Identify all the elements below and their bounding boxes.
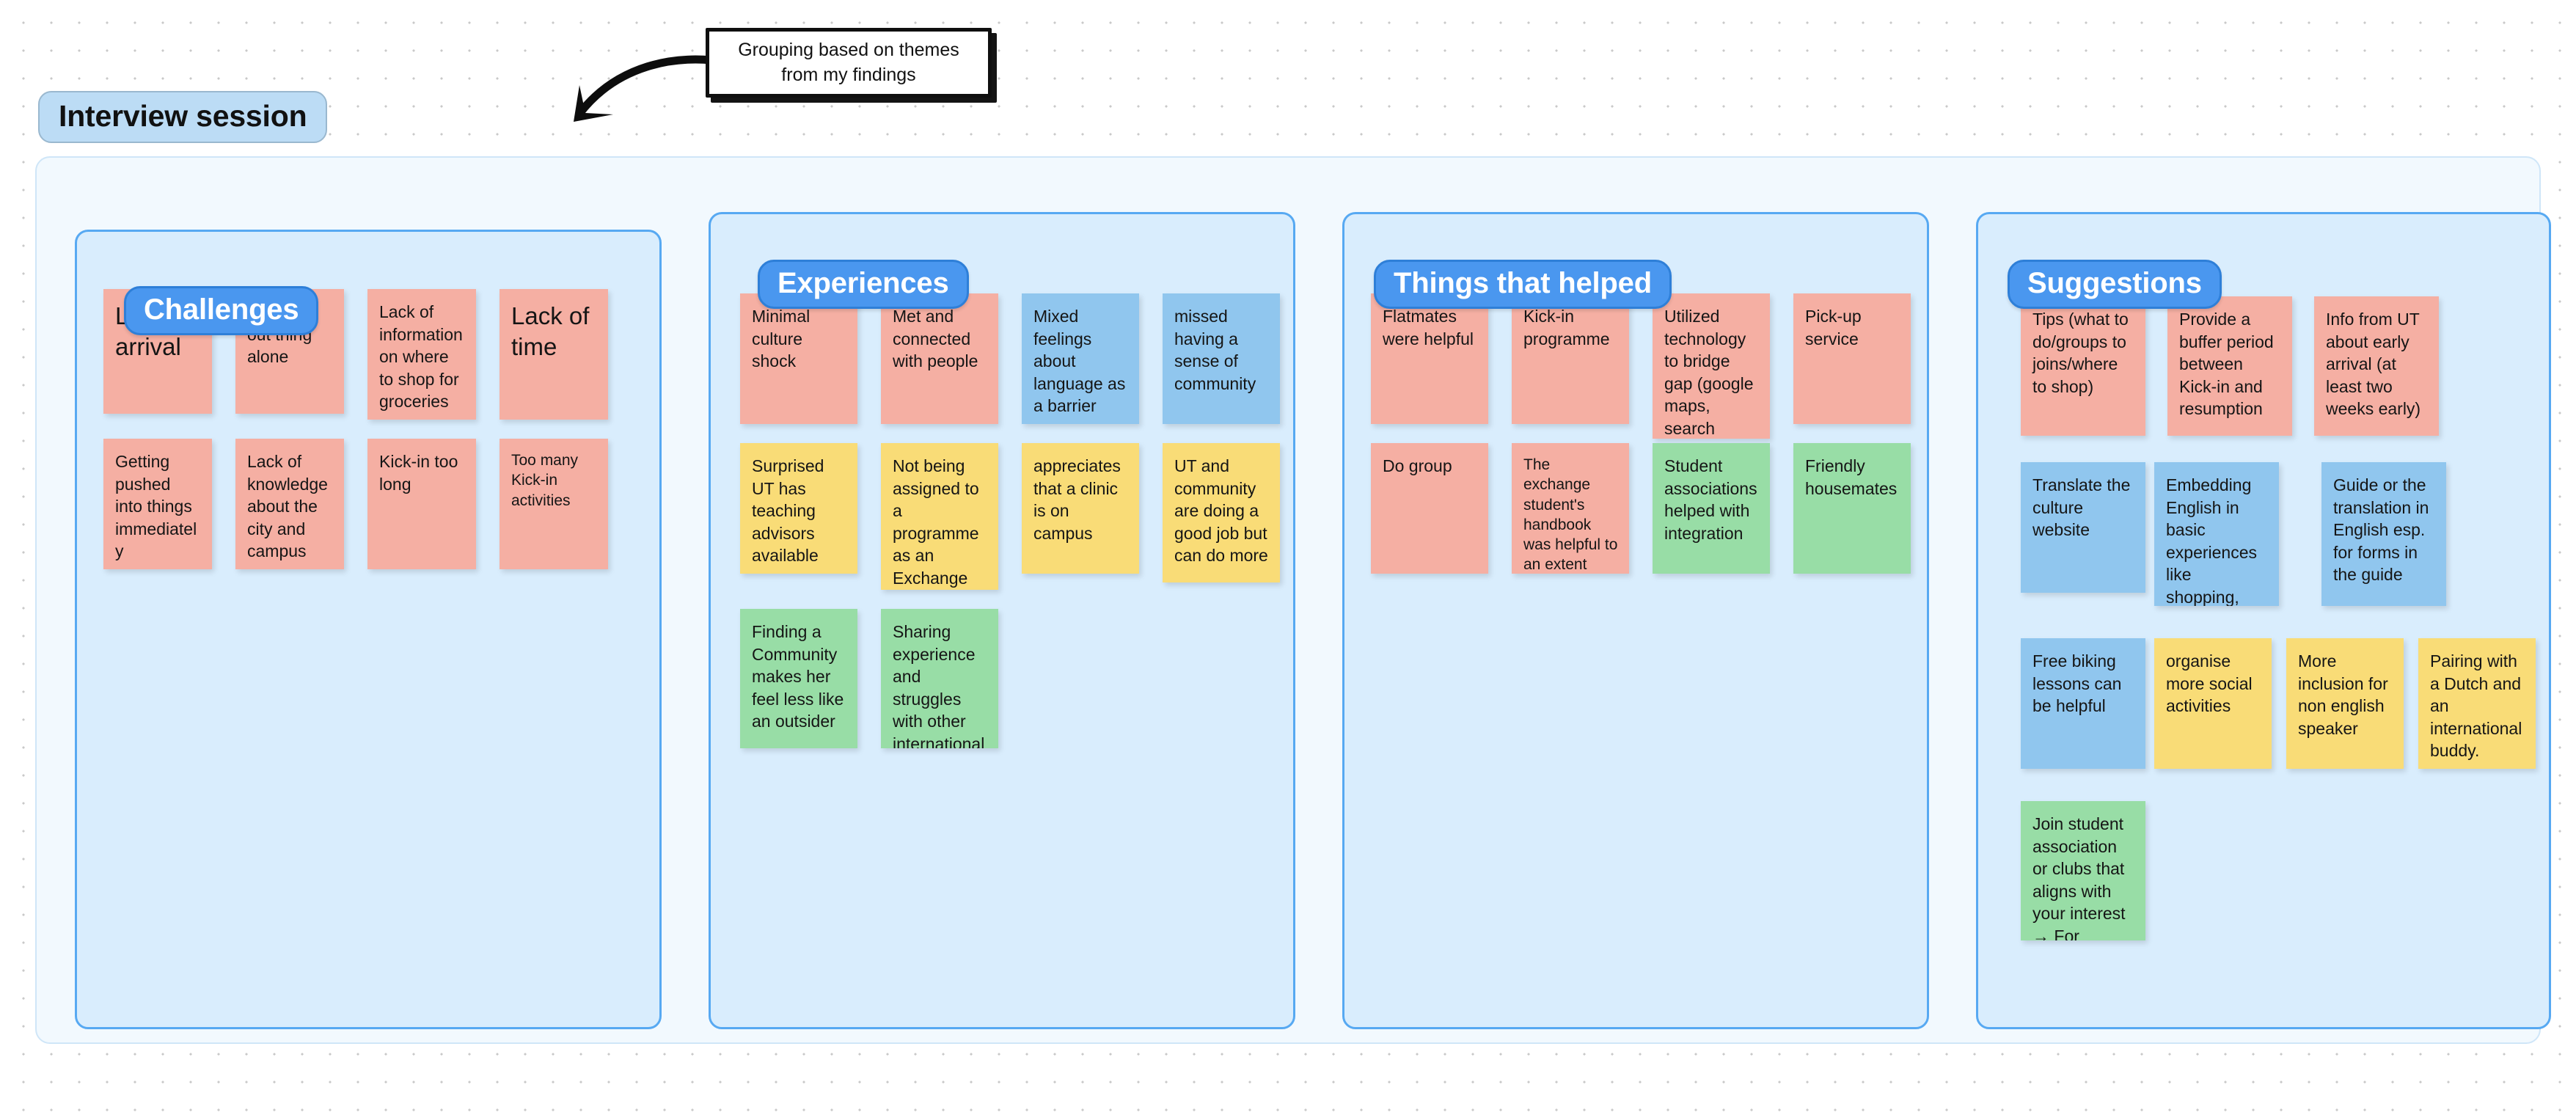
sticky-note[interactable]: Getting pushed into things immediately <box>103 439 212 569</box>
sticky-note-text: Provide a buffer period between Kick-in … <box>2179 310 2274 419</box>
sticky-note[interactable]: Met and connected with people <box>881 293 998 424</box>
sticky-note[interactable]: Finding a Community makes her feel less … <box>740 609 857 748</box>
sticky-note-text: Pick-up service <box>1805 307 1862 348</box>
sticky-note[interactable]: Provide a buffer period between Kick-in … <box>2167 296 2292 436</box>
annotation-callout: Grouping based on themes from my finding… <box>706 28 992 98</box>
session-title-text: Interview session <box>59 99 307 133</box>
sticky-note[interactable]: Lack of information on where to shop for… <box>367 289 476 420</box>
sticky-note[interactable]: Pick-up service <box>1793 293 1911 424</box>
sticky-note[interactable]: Lack of knowledge about the city and cam… <box>235 439 344 569</box>
sticky-note[interactable]: Lack of time <box>500 289 608 420</box>
sticky-note-text: Mixed feelings about language as a barri… <box>1033 307 1126 416</box>
sticky-note-text: Student associations helped with integra… <box>1664 456 1757 543</box>
sticky-note[interactable]: Surprised UT has teaching advisors avail… <box>740 443 857 574</box>
panel-title-label: Suggestions <box>2027 267 2202 299</box>
panel-challenges: ChallengesLate arrivalFiguring out thing… <box>75 230 662 1029</box>
sticky-note[interactable]: Not being assigned to a programme as an … <box>881 443 998 590</box>
sticky-note-text: Tips (what to do/groups to joins/where t… <box>2032 310 2129 396</box>
sticky-note[interactable]: Sharing experience and struggles with ot… <box>881 609 998 748</box>
sticky-note-text: Pairing with a Dutch and an internationa… <box>2430 651 2522 761</box>
panel-suggestions: Suggestions Tips (what to do/groups to jo… <box>1976 212 2551 1029</box>
sticky-note-text: More inclusion for non english speaker <box>2298 651 2388 738</box>
sticky-note-text: Flatmates were helpful <box>1383 307 1474 348</box>
panel-title-label: Challenges <box>144 293 299 326</box>
sticky-note[interactable]: appreciates that a clinic is on campus <box>1022 443 1139 574</box>
sticky-note[interactable]: organise more social activities <box>2154 638 2272 769</box>
panel-title-chip-experiences[interactable]: Experiences <box>758 260 969 309</box>
sticky-note[interactable]: Kick-in programme <box>1512 293 1629 424</box>
sticky-note-text: organise more social activities <box>2166 651 2253 716</box>
sticky-note-text: Utilized technology to bridge gap (googl… <box>1664 307 1754 438</box>
interview-board: ChallengesLate arrivalFiguring out thing… <box>35 156 2551 1044</box>
session-title-chip[interactable]: Interview session <box>38 91 328 143</box>
sticky-note-text: Surprised UT has teaching advisors avail… <box>752 456 824 566</box>
sticky-note-text: missed having a sense of community <box>1174 307 1256 393</box>
sticky-note[interactable]: Tips (what to do/groups to joins/where t… <box>2021 296 2145 436</box>
sticky-note-text: Friendly housemates <box>1805 456 1898 498</box>
sticky-note[interactable]: missed having a sense of community <box>1163 293 1280 424</box>
panel-title-chip-suggestions[interactable]: Suggestions <box>2008 260 2222 309</box>
sticky-note[interactable]: Friendly housemates <box>1793 443 1911 574</box>
sticky-note-text: Kick-in programme <box>1523 307 1610 348</box>
sticky-note-text: Guide or the translation in English esp.… <box>2333 475 2429 585</box>
panel-experiences: Experiences Minimal culture shock Met and … <box>709 212 1295 1029</box>
sticky-note-text: The exchange student's handbook was help… <box>1523 456 1618 574</box>
sticky-note[interactable]: Minimal culture shock <box>740 293 857 424</box>
sticky-note[interactable]: Pairing with a Dutch and an internationa… <box>2418 638 2536 769</box>
sticky-note[interactable]: More inclusion for non english speaker <box>2286 638 2404 769</box>
sticky-note[interactable]: UT and community are doing a good job bu… <box>1163 443 1280 582</box>
sticky-note-text: Sharing experience and struggles with ot… <box>893 622 985 748</box>
sticky-note[interactable]: Too many Kick-in activities <box>500 439 608 569</box>
sticky-note[interactable]: Translate the culture website <box>2021 462 2145 593</box>
sticky-note-text: Lack of time <box>511 302 590 361</box>
sticky-note[interactable]: Mixed feelings about language as a barri… <box>1022 293 1139 424</box>
sticky-note-text: Met and connected with people <box>893 307 978 371</box>
sticky-note-text: Join student association or clubs that a… <box>2032 814 2126 940</box>
sticky-note[interactable]: The exchange student's handbook was help… <box>1512 443 1629 574</box>
sticky-note-text: Getting pushed into things immediately <box>115 452 197 561</box>
sticky-note-text: Minimal culture shock <box>752 307 811 371</box>
sticky-note-text: Too many Kick-in activities <box>511 452 579 509</box>
sticky-note[interactable]: Flatmates were helpful <box>1371 293 1488 424</box>
panel-title-label: Things that helped <box>1394 267 1652 299</box>
sticky-note[interactable]: Student associations helped with integra… <box>1653 443 1770 574</box>
sticky-note-text: Free biking lessons can be helpful <box>2032 651 2122 716</box>
sticky-note-text: Embedding English in basic experiences l… <box>2166 475 2258 606</box>
sticky-note-text: Info from UT about early arrival (at lea… <box>2326 310 2421 419</box>
sticky-note[interactable]: Embedding English in basic experiences l… <box>2154 462 2279 606</box>
sticky-note-text: Lack of knowledge about the city and cam… <box>247 452 328 561</box>
sticky-note[interactable]: Info from UT about early arrival (at lea… <box>2314 296 2439 436</box>
sticky-note-text: Kick-in too long <box>379 452 458 494</box>
sticky-note[interactable]: Guide or the translation in English esp.… <box>2321 462 2446 606</box>
sticky-note-text: Do group <box>1383 456 1452 475</box>
sticky-note-text: appreciates that a clinic is on campus <box>1033 456 1121 543</box>
sticky-note-text: UT and community are doing a good job bu… <box>1174 456 1268 566</box>
annotation-callout-text: Grouping based on themes from my finding… <box>738 39 959 85</box>
sticky-note[interactable]: Kick-in too long <box>367 439 476 569</box>
sticky-note-text: Finding a Community makes her feel less … <box>752 622 844 731</box>
panel-title-chip-challenges[interactable]: Challenges <box>124 286 319 335</box>
sticky-note[interactable]: Join student association or clubs that a… <box>2021 801 2145 940</box>
sticky-note-text: Lack of information on where to shop for… <box>379 302 463 412</box>
sticky-note-text: Not being assigned to a programme as an … <box>893 456 979 588</box>
panel-things-that-helped: Things that helped Flatmates were helpful… <box>1342 212 1929 1029</box>
sticky-note-text: Translate the culture website <box>2032 475 2131 540</box>
sticky-note[interactable]: Utilized technology to bridge gap (googl… <box>1653 293 1770 439</box>
panel-title-chip-things-that-helped[interactable]: Things that helped <box>1374 260 1672 309</box>
panel-title-label: Experiences <box>777 267 949 299</box>
sticky-note[interactable]: Do group <box>1371 443 1488 574</box>
sticky-note[interactable]: Free biking lessons can be helpful <box>2021 638 2145 769</box>
